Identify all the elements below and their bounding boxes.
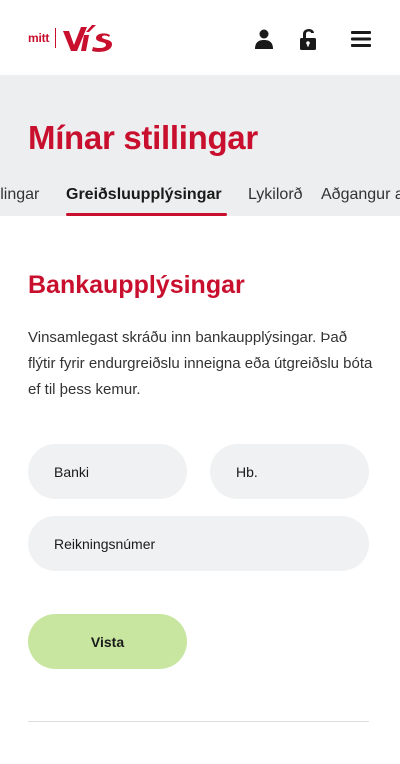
hamburger-menu-icon[interactable] <box>350 28 372 50</box>
active-tab-indicator <box>66 213 227 216</box>
app-header: mitt <box>0 0 400 75</box>
user-icon[interactable] <box>253 28 275 50</box>
account-number-input[interactable] <box>28 516 369 571</box>
tab-stillingar[interactable]: Stillingar <box>0 186 39 204</box>
divider <box>28 721 369 722</box>
section-title: Bankaupplýsingar <box>28 271 245 299</box>
logo-divider <box>55 28 57 48</box>
tab-lykilord[interactable]: Lykilorð <box>248 186 303 204</box>
tab-adgangur[interactable]: Aðgangur að gögnum <box>321 186 400 204</box>
settings-tabs: Stillingar Greiðsluupplýsingar Lykilorð … <box>0 182 400 216</box>
hb-input[interactable] <box>210 444 369 499</box>
tab-greidsluupplysingar[interactable]: Greiðsluupplýsingar <box>66 186 222 204</box>
logo[interactable]: mitt <box>28 22 114 54</box>
title-band: Mínar stillingar Stillingar Greiðsluuppl… <box>0 75 400 216</box>
logo-prefix: mitt <box>28 31 50 45</box>
vis-logo-mark <box>63 25 113 52</box>
save-button[interactable]: Vista <box>28 614 187 669</box>
bank-input[interactable] <box>28 444 187 499</box>
lock-open-icon[interactable] <box>297 28 319 50</box>
page-title: Mínar stillingar <box>28 119 258 156</box>
section-description: Vinsamlegast skráðu inn bankaupplýsingar… <box>28 329 373 398</box>
